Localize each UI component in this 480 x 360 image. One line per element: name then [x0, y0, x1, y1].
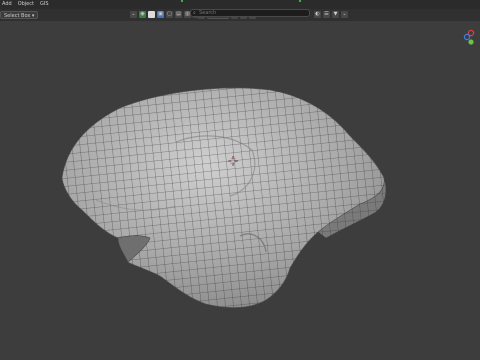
status-tick: [181, 0, 183, 2]
right-tools: ◐ ☰ ▼ ⌄: [314, 11, 348, 18]
select-extend-icon[interactable]: ▣: [157, 11, 164, 18]
status-tick: [299, 0, 301, 2]
select-arrow-icon[interactable]: ◉: [139, 11, 146, 18]
visibility-icon[interactable]: ◐: [314, 11, 321, 18]
search-input[interactable]: [199, 10, 307, 16]
select-subtract-icon[interactable]: ▢: [166, 11, 173, 18]
viewport-header: Select Box ▾ ⌄ ◉ ▣ ▢ ▤ ▥ ◫ ⤧ Global ⊹ ⊘ …: [0, 9, 480, 21]
select-box-dropdown[interactable]: Select Box ▾: [0, 11, 39, 19]
filter-icon[interactable]: ▼: [332, 11, 339, 18]
select-invert-icon[interactable]: ▤: [175, 11, 182, 18]
chevron-down-icon[interactable]: ⌄: [130, 11, 137, 18]
select-box-label: Select Box ▾: [4, 13, 35, 19]
menu-add[interactable]: Add: [2, 0, 12, 9]
view-layer-icon[interactable]: ☰: [323, 11, 330, 18]
menu-object[interactable]: Object: [18, 0, 34, 9]
3d-viewport[interactable]: [0, 21, 480, 360]
top-menu-bar: Add Object GIS: [0, 0, 480, 9]
chevron-down-icon[interactable]: ⌄: [341, 11, 348, 18]
menu-bar: Add Object GIS: [2, 0, 49, 9]
search-icon: ⌕: [193, 10, 196, 16]
menu-gis[interactable]: GIS: [40, 0, 49, 9]
select-new-icon[interactable]: [148, 11, 155, 18]
search-field[interactable]: ⌕: [190, 9, 310, 17]
mesh-object[interactable]: [61, 87, 387, 308]
